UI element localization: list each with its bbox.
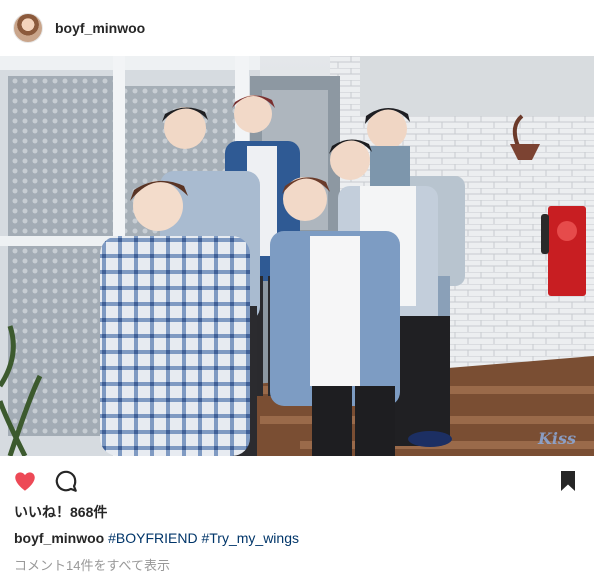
avatar[interactable] xyxy=(13,13,43,43)
post-header: boyf_minwoo xyxy=(0,0,594,56)
action-bar xyxy=(0,456,594,506)
caption-username[interactable]: boyf_minwoo xyxy=(14,530,104,546)
instagram-post: boyf_minwoo Kiss いいね！868件 boyf_minwoo #B… xyxy=(0,0,594,578)
heart-icon[interactable] xyxy=(12,468,38,494)
comment-icon[interactable] xyxy=(53,468,79,494)
likes-count[interactable]: いいね！868件 xyxy=(14,502,107,522)
group-photo-illustration xyxy=(0,56,594,456)
bookmark-icon[interactable] xyxy=(557,469,579,493)
photo-watermark: Kiss xyxy=(538,429,576,448)
post-photo[interactable]: Kiss xyxy=(0,56,594,456)
caption: boyf_minwoo #BOYFRIEND #Try_my_wings xyxy=(14,530,299,546)
hashtag-link[interactable]: #Try_my_wings xyxy=(201,530,299,546)
view-all-comments-link[interactable]: コメント14件をすべて表示 xyxy=(14,555,170,574)
hashtag-link[interactable]: #BOYFRIEND xyxy=(108,530,197,546)
post-username[interactable]: boyf_minwoo xyxy=(55,20,145,36)
